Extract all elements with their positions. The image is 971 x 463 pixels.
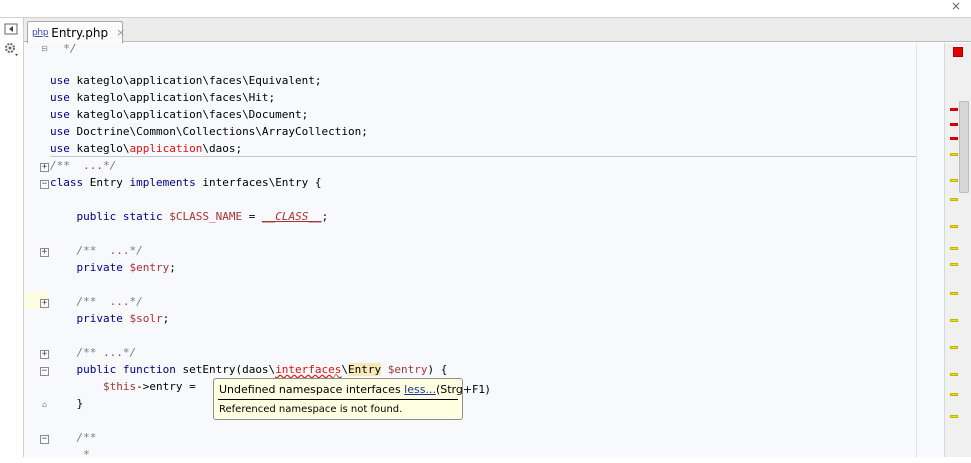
- tab-label: Entry.php: [51, 25, 109, 40]
- code-line: public function setEntry(daos\interfaces…: [76, 363, 448, 376]
- code-line: /** ...*/: [50, 159, 117, 172]
- code-line: private $entry;: [76, 261, 176, 274]
- tooltip-less-link[interactable]: less...: [404, 383, 436, 396]
- warning-mark[interactable]: [950, 198, 958, 201]
- fold-expand-marker[interactable]: +: [40, 248, 49, 257]
- code-line: */: [63, 42, 77, 55]
- editor-tab-bar: php Entry.php ×: [24, 18, 971, 43]
- error-status-icon[interactable]: [953, 47, 963, 57]
- warning-mark[interactable]: [950, 393, 958, 396]
- fold-expand-marker[interactable]: +: [40, 163, 49, 172]
- code-line: }: [76, 397, 84, 410]
- code-line: use kateglo\application\faces\Document;: [50, 108, 309, 121]
- error-token: application: [129, 142, 203, 155]
- warning-mark[interactable]: [950, 263, 958, 266]
- highlighted-reference: Entry: [348, 363, 382, 376]
- window-close-button[interactable]: ×: [951, 0, 961, 12]
- warning-mark[interactable]: [950, 373, 958, 376]
- gear-icon[interactable]: [2, 40, 20, 58]
- warning-mark[interactable]: [950, 319, 958, 322]
- php-file-icon: php: [32, 27, 49, 38]
- code-line: use kateglo\application\faces\Hit;: [50, 91, 276, 104]
- tooltip-divider: [218, 399, 458, 400]
- fold-collapse-marker[interactable]: −: [40, 180, 49, 189]
- title-strip: ×: [0, 0, 971, 18]
- code-line: /**: [76, 431, 97, 444]
- error-mark[interactable]: [950, 123, 958, 126]
- tab-close-button[interactable]: ×: [116, 26, 125, 39]
- code-line: use kateglo\application\daos;: [50, 142, 243, 155]
- code-line: *: [83, 448, 90, 461]
- error-tooltip: Undefined namespace interfaces less...(S…: [213, 378, 490, 420]
- warning-mark[interactable]: [950, 179, 958, 182]
- warning-mark[interactable]: [950, 153, 958, 156]
- tooltip-detail: Referenced namespace is not found.: [219, 404, 403, 415]
- warning-mark[interactable]: [950, 346, 958, 349]
- split-view-icon[interactable]: [2, 20, 20, 38]
- error-mark[interactable]: [950, 137, 958, 140]
- code-line: /** ...*/: [76, 295, 143, 308]
- fold-end-marker[interactable]: ⊟: [40, 45, 49, 53]
- left-toolstrip: [0, 18, 24, 457]
- error-stripe[interactable]: [944, 43, 971, 457]
- code-line: use Doctrine\Common\Collections\ArrayCol…: [50, 125, 368, 138]
- fold-expand-marker[interactable]: +: [40, 350, 49, 359]
- scrollbar-thumb[interactable]: [959, 101, 969, 193]
- tooltip-message: Undefined namespace interfaces less...(S…: [219, 383, 490, 396]
- right-margin-guide: [916, 43, 917, 457]
- code-line: public static $CLASS_NAME = __CLASS__;: [76, 210, 329, 223]
- error-mark[interactable]: [950, 108, 958, 111]
- fold-collapse-marker[interactable]: −: [40, 435, 49, 444]
- code-line: /** ...*/: [76, 244, 143, 257]
- warning-mark[interactable]: [950, 415, 958, 418]
- warning-mark[interactable]: [950, 292, 958, 295]
- fold-expand-marker[interactable]: +: [40, 299, 49, 308]
- code-line: $this->entry =: [102, 380, 196, 393]
- code-line: use kateglo\application\faces\Equivalent…: [50, 74, 322, 87]
- fold-end-marker[interactable]: ⌂: [40, 401, 49, 409]
- fold-collapse-marker[interactable]: −: [40, 367, 49, 376]
- warning-mark[interactable]: [950, 225, 958, 228]
- code-line: private $solr;: [76, 312, 170, 325]
- method-separator: [50, 156, 916, 157]
- code-line: class Entry implements interfaces\Entry …: [50, 176, 322, 189]
- tooltip-shortcut: (Strg+F1): [435, 383, 490, 396]
- editor-gutter: ⊟ + − + + + − ⌂ −: [24, 43, 49, 457]
- warning-mark[interactable]: [950, 247, 958, 250]
- code-line: /** ...*/: [76, 346, 137, 359]
- code-editor[interactable]: ⊟ + − + + + − ⌂ − */ use kateglo\applica…: [24, 42, 971, 461]
